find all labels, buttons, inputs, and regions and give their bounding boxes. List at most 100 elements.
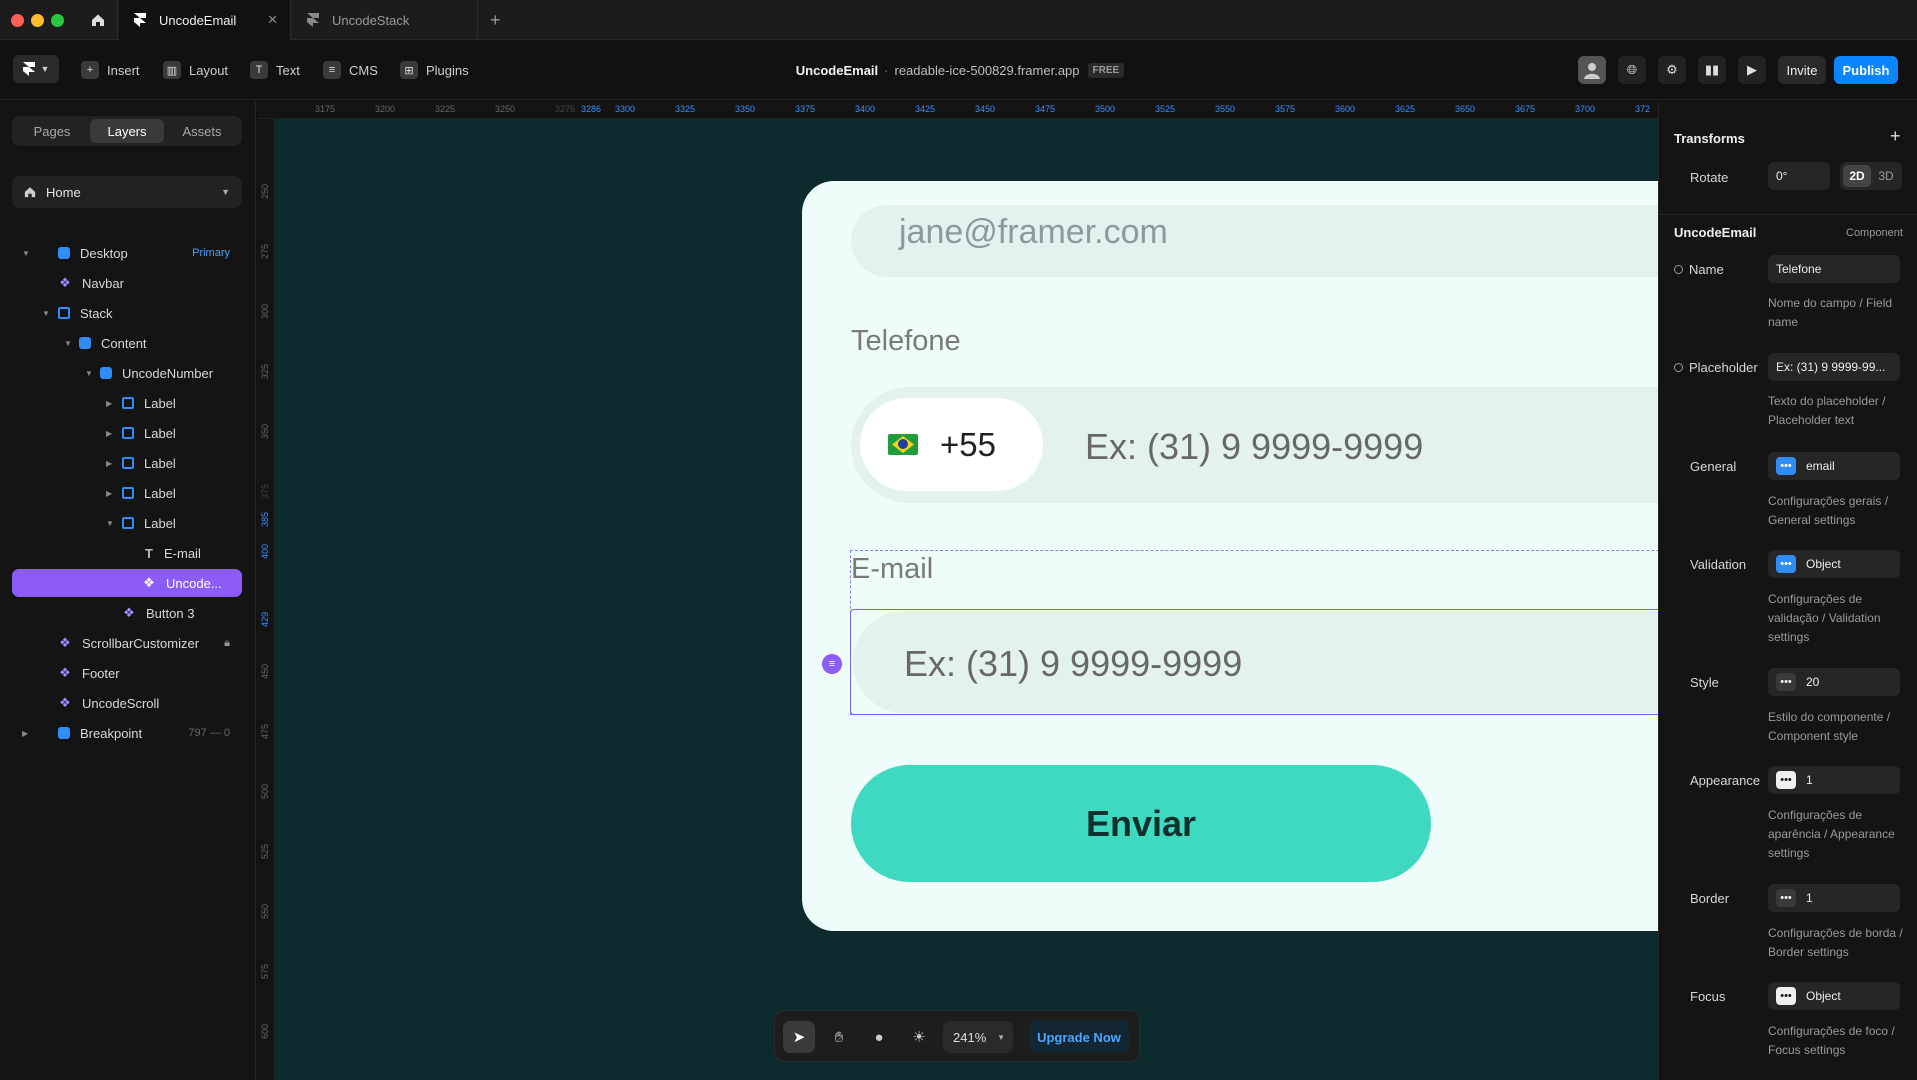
- zoom-select[interactable]: 241% ▼: [943, 1021, 1013, 1053]
- ruler-tick: 385: [260, 511, 270, 527]
- prop-focus-input[interactable]: ••• Object: [1768, 982, 1900, 1010]
- layer-button-3[interactable]: ❖ Button 3: [12, 599, 242, 627]
- country-code-select[interactable]: +55: [860, 398, 1043, 491]
- ruler-tick: 450: [260, 663, 270, 679]
- home-tab[interactable]: [78, 0, 118, 40]
- variable-dot-icon[interactable]: [1674, 363, 1683, 372]
- theme-toggle-button[interactable]: ☀: [903, 1021, 935, 1053]
- prop-name-input[interactable]: Telefone: [1768, 255, 1900, 283]
- mode-3d-button[interactable]: 3D: [1872, 165, 1900, 187]
- expand-caret-icon[interactable]: ▼: [22, 249, 30, 258]
- dimension-toggle: 2D 3D: [1840, 162, 1902, 190]
- ruler-tick: 325: [260, 363, 270, 379]
- expand-caret-icon[interactable]: ▼: [42, 309, 50, 318]
- ruler-tick: 3250: [495, 104, 516, 114]
- ruler-tick: 275: [260, 243, 270, 259]
- layer-footer[interactable]: ❖ Footer: [12, 659, 242, 687]
- expand-caret-icon[interactable]: ▶: [22, 729, 28, 738]
- tab-label: UncodeEmail: [159, 12, 237, 28]
- layer-breakpoint[interactable]: ▶ Breakpoint 797 — 0: [12, 719, 242, 747]
- site-settings-button[interactable]: 🌐︎: [1618, 56, 1646, 84]
- prop-appearance-input[interactable]: ••• 1: [1768, 766, 1900, 794]
- expand-caret-icon[interactable]: ▶: [106, 429, 112, 438]
- ruler-tick: 3550: [1215, 104, 1236, 114]
- comment-tool-button[interactable]: ●: [863, 1021, 895, 1053]
- expand-caret-icon[interactable]: ▼: [106, 519, 114, 528]
- variable-dot-icon[interactable]: [1674, 265, 1683, 274]
- layer-label: Desktop: [80, 245, 128, 261]
- lock-icon[interactable]: 🔒︎: [224, 637, 230, 650]
- prop-style-label: Style: [1690, 675, 1719, 690]
- layer-desktop[interactable]: ▼ Desktop Primary: [12, 239, 242, 267]
- insert-button[interactable]: + Insert: [81, 54, 140, 86]
- hand-tool-button[interactable]: ✋︎: [823, 1021, 855, 1053]
- tab-uncode-stack[interactable]: UncodeStack: [292, 0, 478, 40]
- rotate-input[interactable]: 0°: [1768, 162, 1830, 190]
- plugins-button[interactable]: ⊞ Plugins: [400, 54, 469, 86]
- country-code: +55: [940, 425, 996, 463]
- layer-label-1[interactable]: ▶ Label: [12, 389, 242, 417]
- layer-label-3[interactable]: ▶ Label: [12, 449, 242, 477]
- expand-caret-icon[interactable]: ▶: [106, 459, 112, 468]
- text-button[interactable]: T Text: [250, 54, 300, 86]
- layer-stack[interactable]: ▼ Stack: [12, 299, 242, 327]
- hand-icon: ✋︎: [834, 1028, 844, 1046]
- phone-label: Telefone: [851, 325, 961, 357]
- bar-chart-icon: ▮▮: [1704, 62, 1720, 77]
- analytics-button[interactable]: ▮▮: [1698, 56, 1726, 84]
- tab-layers[interactable]: Layers: [90, 119, 164, 143]
- select-tool-button[interactable]: ➤: [783, 1021, 815, 1053]
- design-canvas[interactable]: jane@framer.com Telefone +55 Ex: (31) 9 …: [257, 101, 1658, 1080]
- upgrade-now-button[interactable]: Upgrade Now: [1029, 1021, 1129, 1053]
- tab-assets[interactable]: Assets: [165, 119, 239, 143]
- layout-button[interactable]: ▥ Layout: [163, 54, 228, 86]
- phone-placeholder: Ex: (31) 9 9999-9999: [1085, 426, 1424, 467]
- tab-uncode-email[interactable]: UncodeEmail ✕: [119, 0, 291, 40]
- framer-menu-button[interactable]: ▼: [13, 55, 59, 83]
- invite-button[interactable]: Invite: [1778, 56, 1826, 84]
- close-tab-icon[interactable]: ✕: [267, 12, 278, 28]
- layer-uncode-number[interactable]: ▼ UncodeNumber: [12, 359, 242, 387]
- stack-handle-icon[interactable]: ≡: [822, 654, 842, 674]
- submit-button[interactable]: Enviar: [851, 765, 1431, 882]
- close-window-button[interactable]: [11, 14, 24, 27]
- expand-caret-icon[interactable]: ▼: [64, 339, 72, 348]
- new-tab-button[interactable]: +: [490, 10, 501, 31]
- layer-scrollbar-customizer[interactable]: ❖ ScrollbarCustomizer 🔒︎: [12, 629, 242, 657]
- expand-caret-icon[interactable]: ▶: [106, 399, 112, 408]
- play-icon: ▶: [1747, 62, 1757, 77]
- plugins-label: Plugins: [426, 62, 469, 78]
- layer-label-5[interactable]: ▼ Label: [12, 509, 242, 537]
- chevron-down-icon: ▼: [40, 64, 50, 74]
- prop-general-input[interactable]: ••• email: [1768, 452, 1900, 480]
- layer-email-text[interactable]: T E-mail: [12, 539, 242, 567]
- maximize-window-button[interactable]: [51, 14, 64, 27]
- user-avatar[interactable]: [1578, 56, 1606, 84]
- preview-button[interactable]: ▶: [1738, 56, 1766, 84]
- layer-uncode-scroll[interactable]: ❖ UncodeScroll: [12, 689, 242, 717]
- add-transform-button[interactable]: +: [1890, 126, 1901, 147]
- layer-label-4[interactable]: ▶ Label: [12, 479, 242, 507]
- page-select[interactable]: Home ▼: [12, 176, 242, 208]
- minimize-window-button[interactable]: [31, 14, 44, 27]
- layer-content[interactable]: ▼ Content: [12, 329, 242, 357]
- prop-placeholder-input[interactable]: Ex: (31) 9 9999-99...: [1768, 353, 1900, 381]
- prop-validation-input[interactable]: ••• Object: [1768, 550, 1900, 578]
- expand-caret-icon[interactable]: ▶: [106, 489, 112, 498]
- prop-border-input[interactable]: ••• 1: [1768, 884, 1900, 912]
- prop-value: Object: [1806, 989, 1841, 1003]
- publish-button[interactable]: Publish: [1834, 56, 1898, 84]
- cms-button[interactable]: ≡ CMS: [323, 54, 378, 86]
- ruler-tick: 250: [260, 183, 270, 199]
- brazil-flag-icon: [888, 434, 918, 455]
- tab-pages[interactable]: Pages: [15, 119, 89, 143]
- mode-2d-button[interactable]: 2D: [1843, 165, 1871, 187]
- expand-caret-icon[interactable]: ▼: [85, 369, 93, 378]
- layer-uncode-email-selected[interactable]: ❖ Uncode...: [12, 569, 242, 597]
- project-title[interactable]: UncodeEmail · readable-ice-500829.framer…: [700, 40, 1220, 100]
- layer-navbar[interactable]: ❖ Navbar: [12, 269, 242, 297]
- settings-button[interactable]: ⚙: [1658, 56, 1686, 84]
- prop-style-input[interactable]: ••• 20: [1768, 668, 1900, 696]
- layer-label-2[interactable]: ▶ Label: [12, 419, 242, 447]
- previous-email-value: jane@framer.com: [899, 213, 1168, 251]
